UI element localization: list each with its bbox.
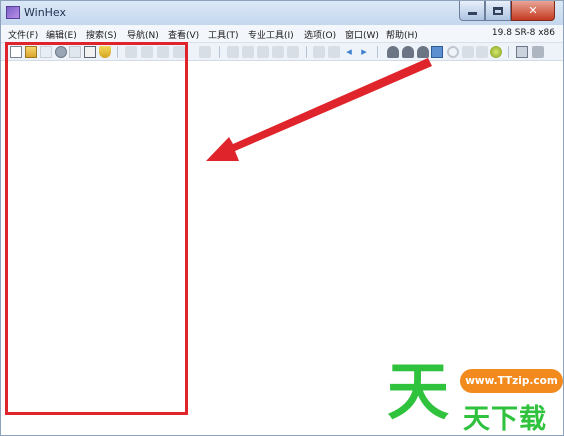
arrow-shape bbox=[206, 58, 432, 161]
watermark-url: www.TTzip.com bbox=[460, 369, 563, 393]
winhex-window: WinHex ✕ 文件(F) 编辑(E) 搜索(S) 导航(N) 查看(V) 工… bbox=[0, 0, 564, 436]
watermark-text: 天下载 bbox=[463, 404, 547, 435]
watermark-logo: 天 bbox=[387, 359, 449, 421]
watermark-glyph: 天 bbox=[387, 359, 449, 421]
